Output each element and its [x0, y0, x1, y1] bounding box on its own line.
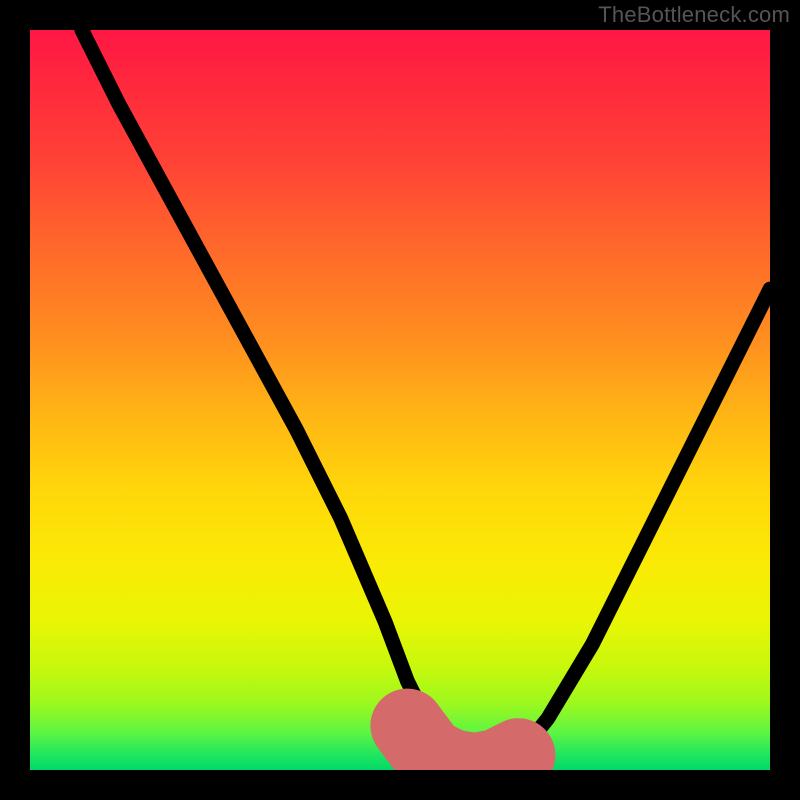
optimal-range-highlight	[407, 726, 518, 770]
bottleneck-curve-line	[82, 30, 770, 770]
chart-svg	[30, 30, 770, 770]
plot-area	[30, 30, 770, 770]
chart-frame: TheBottleneck.com	[0, 0, 800, 800]
watermark-text: TheBottleneck.com	[598, 2, 790, 28]
